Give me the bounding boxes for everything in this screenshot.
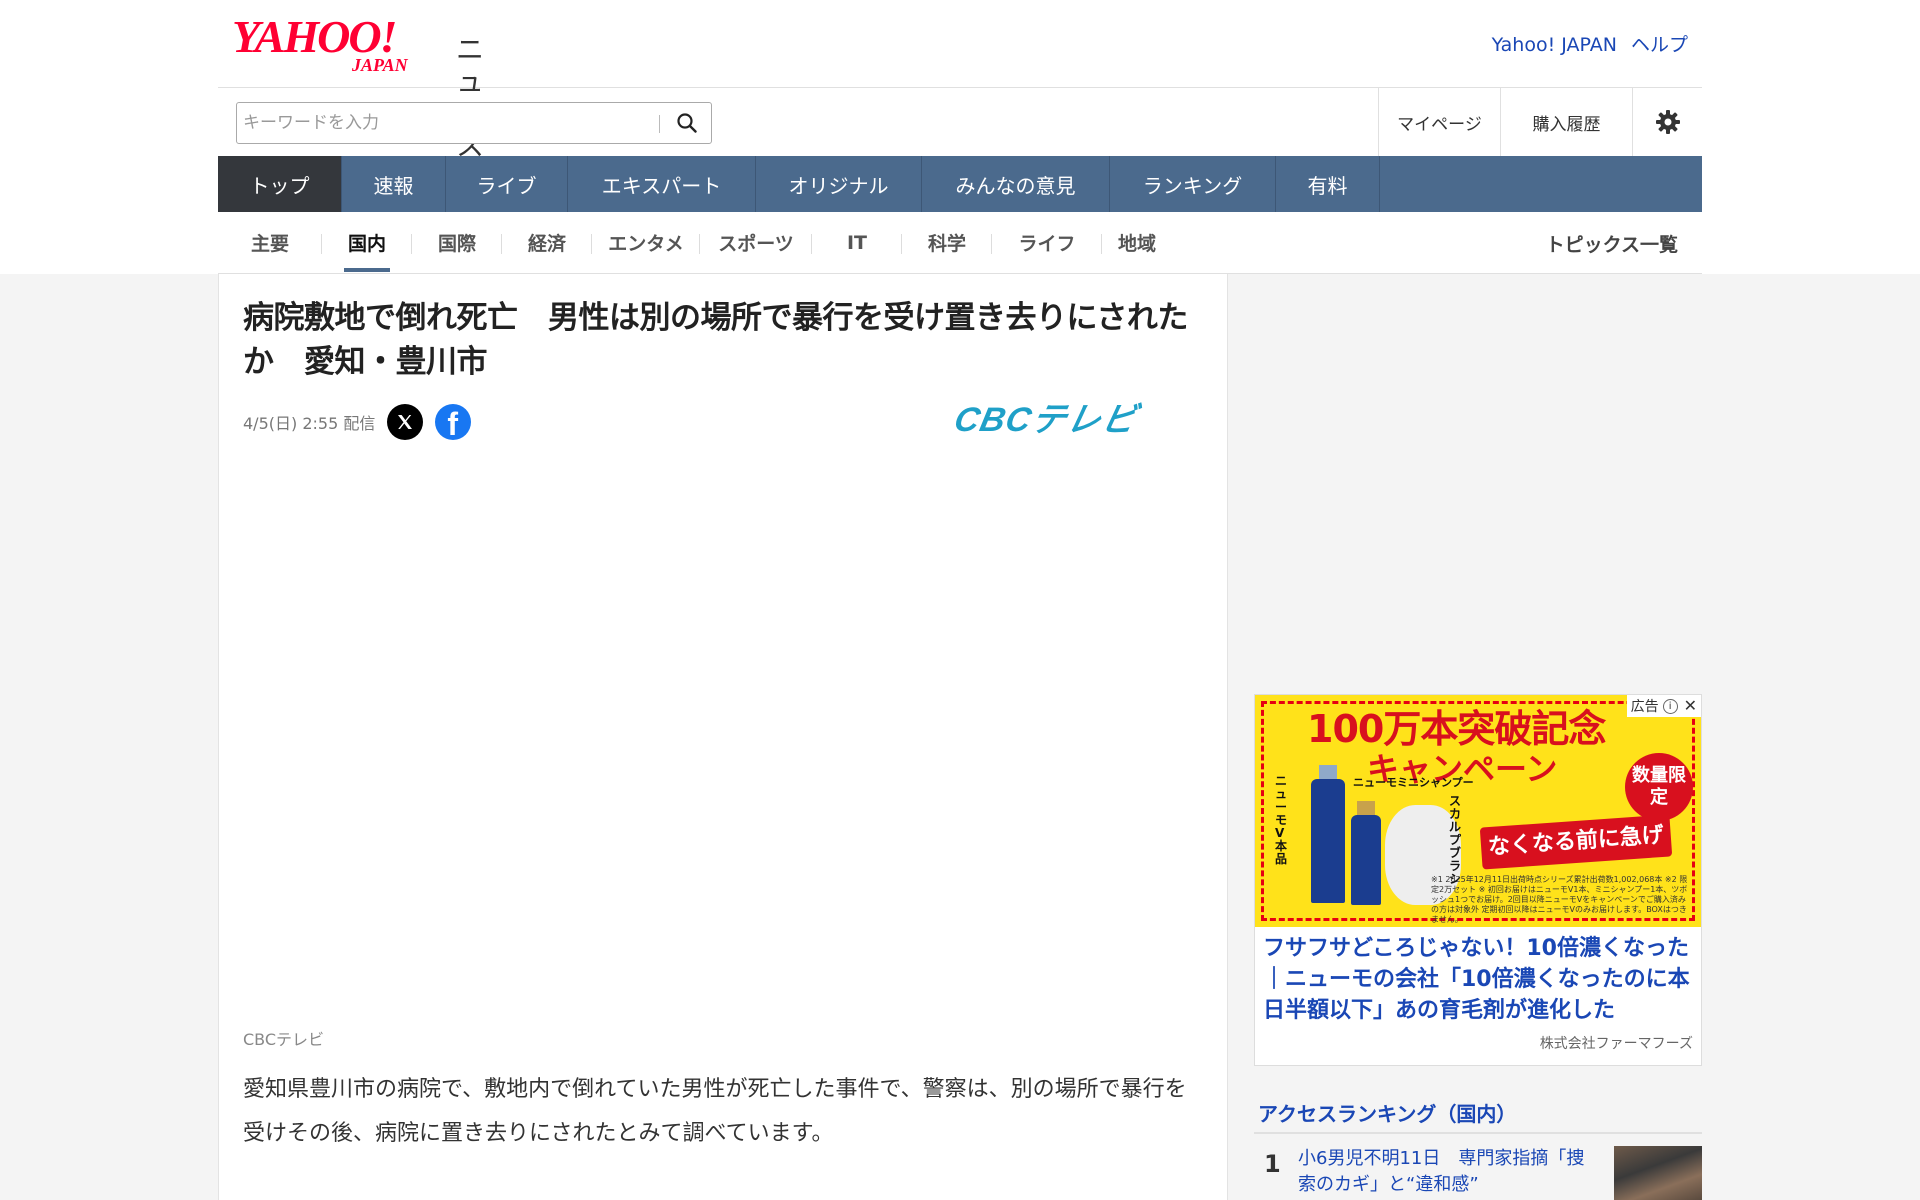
header-links: Yahoo! JAPAN ヘルプ (1478, 30, 1688, 57)
main-nav-item-live[interactable]: ライブ (446, 156, 568, 212)
sub-nav-item-life[interactable]: ライフ (992, 212, 1102, 274)
purchase-history-link[interactable]: 購入履歴 (1500, 88, 1632, 156)
sub-nav-item-economy[interactable]: 経済 (502, 212, 592, 274)
main-nav: トップ 速報 ライブ エキスパート オリジナル みんなの意見 ランキング 有料 (218, 156, 1702, 212)
ad-limited-badge: 数量限定 (1625, 753, 1693, 821)
sub-nav-label: IT (846, 231, 868, 254)
main-nav-item-breaking[interactable]: 速報 (342, 156, 446, 212)
user-links: マイページ 購入履歴 (1378, 88, 1702, 156)
ranking-thumbnail[interactable] (1614, 1146, 1702, 1200)
ad-image[interactable]: 100万本突破記念 キャンペーン 数量限定 ニューモV本品 ニューモミニシャンプ… (1255, 695, 1701, 927)
article-body: 愛知県豊川市の病院で、敷地内で倒れていた男性が死亡した事件で、警察は、別の場所で… (243, 1077, 1187, 1146)
access-ranking-heading: アクセスランキング（国内） (1258, 1102, 1517, 1126)
search-button[interactable] (669, 107, 705, 139)
ad-product-label-2: ニューモミニシャンプー (1353, 776, 1474, 789)
sub-nav-label: ライフ (1018, 233, 1076, 255)
search-row: マイページ 購入履歴 (218, 88, 1702, 156)
sub-nav: 主要 国内 国際 経済 エンタメ スポーツ IT 科学 ライフ 地域 トピックス… (218, 212, 1702, 274)
main-nav-item-paid[interactable]: 有料 (1276, 156, 1380, 212)
sub-nav-item-sports[interactable]: スポーツ (700, 212, 812, 274)
share-facebook-button[interactable]: f (435, 404, 472, 440)
search-input[interactable] (243, 109, 643, 137)
yahoo-japan-link[interactable]: Yahoo! JAPAN (1492, 34, 1617, 56)
facebook-icon: f (447, 406, 458, 440)
sponsored-ad[interactable]: 100万本突破記念 キャンペーン 数量限定 ニューモV本品 ニューモミニシャンプ… (1254, 694, 1702, 1066)
main-nav-item-top[interactable]: トップ (218, 156, 342, 212)
sub-nav-label: 経済 (527, 233, 566, 255)
info-icon[interactable]: i (1662, 698, 1678, 714)
logo-yahoo-text: YAHOO! (232, 11, 397, 62)
image-caption: CBCテレビ (243, 1030, 325, 1049)
x-logo-icon (398, 415, 413, 429)
cbc-tv-logo[interactable]: CBCテレビ (951, 400, 1194, 440)
main-nav-item-ranking[interactable]: ランキング (1110, 156, 1276, 212)
article-meta: 4/5(日) 2:55 配信 f (243, 404, 472, 440)
sub-nav-label: 科学 (927, 233, 966, 255)
topics-list-link[interactable]: トピックス一覧 (1546, 212, 1678, 274)
article-panel: 病院敷地で倒れ死亡 男性は別の場所で暴行を受け置き去りにされたか 愛知・豊川市 … (218, 274, 1228, 1200)
main-nav-item-opinions[interactable]: みんなの意見 (922, 156, 1110, 212)
search-box (236, 102, 712, 144)
sub-nav-label: エンタメ (608, 233, 684, 255)
product-shampoo-image (1351, 815, 1381, 905)
sub-nav-item-it[interactable]: IT (812, 212, 902, 274)
publish-date: 4/5(日) 2:55 配信 (243, 414, 376, 433)
ranking-number: 1 (1264, 1150, 1281, 1178)
share-x-button[interactable] (387, 404, 424, 440)
sub-nav-item-main[interactable]: 主要 (218, 212, 322, 274)
article-title: 病院敷地で倒れ死亡 男性は別の場所で暴行を受け置き去りにされたか 愛知・豊川市 (243, 300, 1188, 380)
sub-nav-label: 地域 (1117, 233, 1156, 255)
logo-japan-text: JAPAN (352, 55, 408, 75)
ad-headline-1: 100万本突破記念 (1307, 707, 1606, 751)
main-nav-item-expert[interactable]: エキスパート (568, 156, 756, 212)
search-icon (677, 113, 697, 133)
gear-icon (1655, 110, 1680, 134)
yahoo-news-logo[interactable]: YAHOO! JAPAN ニュース (232, 11, 484, 162)
sub-nav-item-science[interactable]: 科学 (902, 212, 992, 274)
ranking-item[interactable]: 1 小6男児不明11日 専門家指摘「捜索のカギ」と“違和感” (1254, 1144, 1702, 1200)
ad-label: 広告 i ✕ (1626, 695, 1701, 717)
help-link[interactable]: ヘルプ (1631, 34, 1688, 56)
ranking-divider (1254, 1132, 1702, 1134)
sub-nav-item-domestic[interactable]: 国内 (322, 212, 412, 274)
close-icon[interactable]: ✕ (1684, 698, 1697, 714)
ad-sponsor: 株式会社ファーマフーズ (1539, 1036, 1693, 1052)
ad-title-link[interactable]: フサフサどころじゃない！10倍濃くなった｜ニューモの会社「10倍濃くなったのに本… (1263, 933, 1697, 1026)
sub-nav-label: スポーツ (718, 233, 794, 255)
ad-label-text: 広告 (1630, 699, 1659, 715)
site-header: YAHOO! JAPAN ニュース Yahoo! JAPAN ヘルプ (218, 0, 1702, 162)
sub-nav-item-local[interactable]: 地域 (1102, 212, 1172, 274)
search-separator (659, 115, 660, 133)
ranking-headline[interactable]: 小6男児不明11日 専門家指摘「捜索のカギ」と“違和感” (1298, 1146, 1588, 1198)
ad-product-label-1: ニューモV本品 (1275, 774, 1288, 866)
page-header-wrapper: YAHOO! JAPAN ニュース Yahoo! JAPAN ヘルプ マイページ … (218, 0, 1702, 274)
ad-product-label-3: スカルプブラシ (1449, 794, 1462, 886)
ad-fine-print: ※1 2025年12月11日出荷時点シリーズ累計出荷数1,002,068本 ※2… (1431, 875, 1688, 924)
settings-button[interactable] (1632, 88, 1702, 156)
sub-nav-label: 国際 (437, 233, 476, 255)
mypage-link[interactable]: マイページ (1378, 88, 1500, 156)
sub-nav-item-entertainment[interactable]: エンタメ (592, 212, 700, 274)
main-nav-item-original[interactable]: オリジナル (756, 156, 922, 212)
sub-nav-label: 主要 (250, 233, 289, 255)
product-bottle-image (1311, 779, 1345, 903)
sub-nav-label: 国内 (347, 233, 386, 255)
sub-nav-item-world[interactable]: 国際 (412, 212, 502, 274)
